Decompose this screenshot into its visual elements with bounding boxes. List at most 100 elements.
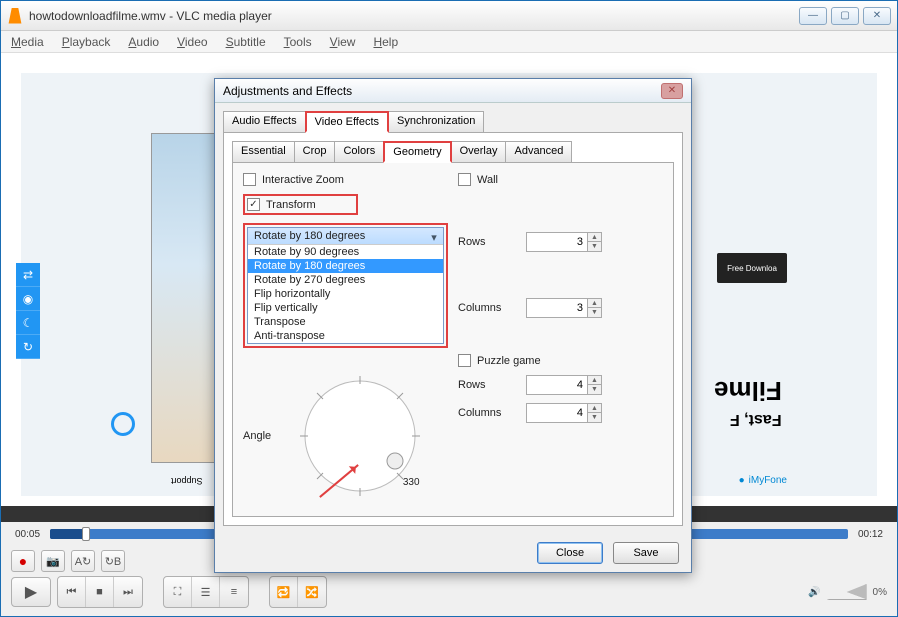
mute-icon[interactable]: 🔊	[808, 587, 820, 598]
maximize-button[interactable]: ▢	[831, 7, 859, 25]
tab-advanced[interactable]: Advanced	[505, 141, 572, 163]
dropdown-list: Rotate by 90 degrees Rotate by 180 degre…	[248, 244, 443, 343]
tab-crop[interactable]: Crop	[294, 141, 336, 163]
angle-dial[interactable]: 330	[290, 366, 430, 506]
side-tool-1[interactable]: ⇄	[16, 263, 40, 287]
next-button[interactable]: ⏭	[114, 577, 142, 607]
dial-tick-label: 330	[403, 477, 420, 488]
spin-down-icon[interactable]: ▼	[587, 242, 601, 251]
side-toolbar: ⇄ ◉ ☾ ↻	[16, 263, 40, 359]
spin-down-icon[interactable]: ▼	[587, 385, 601, 394]
fullscreen-button[interactable]: ⛶	[164, 577, 192, 607]
wall-label: Wall	[477, 174, 498, 186]
side-tool-3[interactable]: ☾	[16, 311, 40, 335]
menu-help[interactable]: Help	[373, 35, 398, 49]
side-tool-4[interactable]: ↻	[16, 335, 40, 359]
transform-checkbox[interactable]	[247, 198, 260, 211]
wall-cols-input[interactable]	[527, 302, 587, 314]
download-button[interactable]: Free Downloa	[717, 253, 787, 283]
wall-cols-label: Columns	[458, 302, 518, 314]
puzzle-cols-input[interactable]	[527, 407, 587, 419]
dd-opt-flipv[interactable]: Flip vertically	[248, 301, 443, 315]
puzzle-rows-input[interactable]	[527, 379, 587, 391]
loop-button[interactable]: 🔁	[270, 577, 298, 607]
menu-video[interactable]: Video	[177, 35, 207, 49]
menu-media[interactable]: Media	[11, 35, 44, 49]
dd-opt-270[interactable]: Rotate by 270 degrees	[248, 273, 443, 287]
tab-audio-effects[interactable]: Audio Effects	[223, 111, 306, 133]
close-window-button[interactable]: ✕	[863, 7, 891, 25]
vlc-cone-icon	[7, 8, 23, 24]
tab-synchronization[interactable]: Synchronization	[388, 111, 484, 133]
tab-geometry[interactable]: Geometry	[383, 141, 451, 163]
spin-up-icon[interactable]: ▲	[587, 404, 601, 413]
record-button[interactable]: ●	[11, 550, 35, 572]
dd-opt-transpose[interactable]: Transpose	[248, 315, 443, 329]
ext-settings-button[interactable]: ☰	[192, 577, 220, 607]
titlebar: howtodownloadfilme.wmv - VLC media playe…	[1, 1, 897, 31]
window-title: howtodownloadfilme.wmv - VLC media playe…	[29, 9, 272, 23]
tab-video-effects[interactable]: Video Effects	[305, 111, 389, 133]
shuffle-button[interactable]: 🔀	[298, 577, 326, 607]
spin-up-icon[interactable]: ▲	[587, 299, 601, 308]
fast-text: Fast, F	[730, 410, 782, 428]
dialog-close-button[interactable]: ✕	[661, 83, 683, 99]
wall-checkbox[interactable]	[458, 173, 471, 186]
dialog-title: Adjustments and Effects	[223, 84, 352, 98]
filme-text: Filme	[714, 375, 782, 406]
tab-essential[interactable]: Essential	[232, 141, 295, 163]
side-tool-2[interactable]: ◉	[16, 287, 40, 311]
wall-rows-spinner[interactable]: ▲▼	[526, 232, 602, 252]
minimize-button[interactable]: —	[799, 7, 827, 25]
play-button[interactable]: ▶	[11, 577, 51, 607]
seek-fill	[50, 529, 82, 539]
dd-opt-90[interactable]: Rotate by 90 degrees	[248, 245, 443, 259]
dropdown-selected[interactable]: Rotate by 180 degrees	[248, 228, 443, 244]
dialog-titlebar: Adjustments and Effects ✕	[215, 79, 691, 103]
puzzle-cols-spinner[interactable]: ▲▼	[526, 403, 602, 423]
dd-opt-antitranspose[interactable]: Anti-transpose	[248, 329, 443, 343]
spin-down-icon[interactable]: ▼	[587, 413, 601, 422]
spin-up-icon[interactable]: ▲	[587, 376, 601, 385]
seek-thumb[interactable]	[82, 527, 90, 541]
spin-down-icon[interactable]: ▼	[587, 308, 601, 317]
wall-cols-spinner[interactable]: ▲▼	[526, 298, 602, 318]
volume-percent: 0%	[873, 587, 887, 598]
menu-audio[interactable]: Audio	[128, 35, 159, 49]
puzzle-checkbox[interactable]	[458, 354, 471, 367]
blue-circle-icon	[111, 412, 135, 436]
menubar: Media Playback Audio Video Subtitle Tool…	[1, 31, 897, 53]
volume-slider[interactable]	[827, 584, 867, 600]
dd-opt-180[interactable]: Rotate by 180 degrees	[248, 259, 443, 273]
stop-button[interactable]: ■	[86, 577, 114, 607]
save-button[interactable]: Save	[613, 542, 679, 564]
puzzle-rows-label: Rows	[458, 379, 518, 391]
menu-subtitle[interactable]: Subtitle	[226, 35, 266, 49]
snapshot-button[interactable]: 📷	[41, 550, 65, 572]
playlist-button[interactable]: ≡	[220, 577, 248, 607]
wall-rows-label: Rows	[458, 236, 518, 248]
transform-label: Transform	[266, 199, 316, 211]
loop-b-button[interactable]: ↻B	[101, 550, 125, 572]
puzzle-label: Puzzle game	[477, 355, 541, 367]
wall-rows-input[interactable]	[527, 236, 587, 248]
chevron-down-icon: ▾	[427, 230, 441, 244]
tab-colors[interactable]: Colors	[334, 141, 384, 163]
prev-button[interactable]: ⏮	[58, 577, 86, 607]
tabs-level2: Essential Crop Colors Geometry Overlay A…	[232, 141, 674, 163]
menu-tools[interactable]: Tools	[284, 35, 312, 49]
tabs-level1: Audio Effects Video Effects Synchronizat…	[223, 111, 683, 133]
transform-dropdown[interactable]: Rotate by 180 degrees ▾ Rotate by 90 deg…	[247, 227, 444, 344]
puzzle-rows-spinner[interactable]: ▲▼	[526, 375, 602, 395]
menu-view[interactable]: View	[330, 35, 356, 49]
tab-overlay[interactable]: Overlay	[451, 141, 507, 163]
interactive-zoom-label: Interactive Zoom	[262, 174, 344, 186]
geometry-panel: Interactive Zoom Transform Rotate by 180…	[232, 162, 674, 517]
spin-up-icon[interactable]: ▲	[587, 233, 601, 242]
time-total: 00:12	[858, 529, 883, 540]
menu-playback[interactable]: Playback	[62, 35, 111, 49]
interactive-zoom-checkbox[interactable]	[243, 173, 256, 186]
loop-a-button[interactable]: A↻	[71, 550, 95, 572]
close-button[interactable]: Close	[537, 542, 603, 564]
dd-opt-fliph[interactable]: Flip horizontally	[248, 287, 443, 301]
